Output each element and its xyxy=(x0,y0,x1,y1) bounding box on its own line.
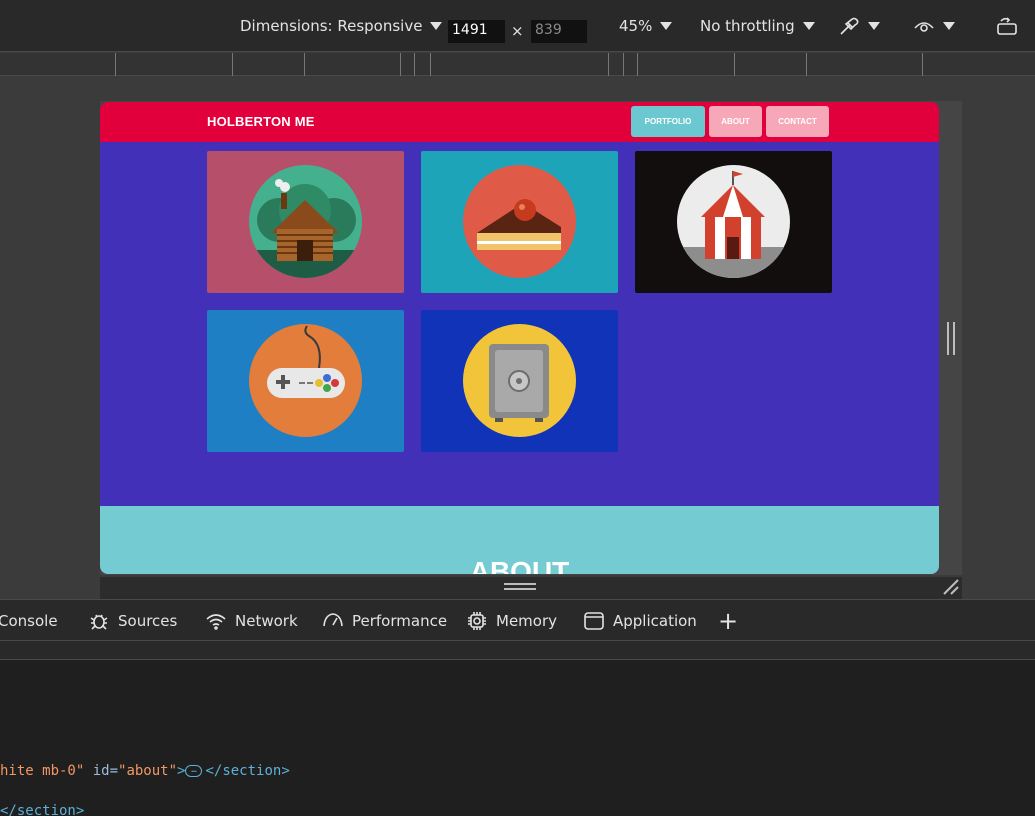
code-line-about-section[interactable]: hite mb-0" id="about">… </section> xyxy=(0,763,290,779)
bug-icon xyxy=(90,614,108,630)
tab-application[interactable]: Application xyxy=(583,600,697,641)
device-viewport-area: HOLBERTON ME PORTFOLIO ABOUT CONTACT ABO… xyxy=(0,77,1035,599)
eyedropper-icon xyxy=(840,17,859,35)
about-title: ABOUT xyxy=(469,556,570,574)
zoom-dropdown[interactable]: 45% xyxy=(619,0,673,52)
nav-portfolio-button[interactable]: PORTFOLIO xyxy=(631,106,705,137)
width-input[interactable]: 1491 xyxy=(448,20,505,43)
chevron-down-icon xyxy=(943,22,955,30)
site-header: HOLBERTON ME PORTFOLIO ABOUT CONTACT xyxy=(100,102,939,142)
emulated-page: HOLBERTON ME PORTFOLIO ABOUT CONTACT ABO… xyxy=(100,102,939,574)
wifi-icon xyxy=(206,613,226,630)
times-symbol: × xyxy=(511,22,524,40)
bottom-resize-handle[interactable] xyxy=(504,583,536,590)
chevron-down-icon xyxy=(430,22,443,30)
tab-network-label: Network xyxy=(235,611,298,630)
portfolio-item-cabin[interactable] xyxy=(207,151,404,293)
tab-console-label: Console xyxy=(0,611,58,630)
media-query-ruler xyxy=(0,53,1035,76)
tab-console[interactable]: Console xyxy=(0,600,58,641)
tab-performance[interactable]: Performance xyxy=(322,600,447,641)
dimensions-dropdown[interactable]: Dimensions: Responsive xyxy=(240,0,443,52)
right-resize-handle[interactable] xyxy=(947,322,955,355)
chip-icon xyxy=(468,611,486,630)
devtools-panel-tabs: Console Sources Network Performance Memo… xyxy=(0,599,1035,641)
elements-code-view: hite mb-0" id="about">… </section> </sect… xyxy=(0,660,1035,816)
circus-tent-icon xyxy=(677,165,790,278)
nav-about-button[interactable]: ABOUT xyxy=(709,106,762,137)
corner-resize-icon[interactable] xyxy=(942,578,960,596)
chevron-down-icon xyxy=(868,22,880,30)
rotate-icon xyxy=(997,17,1017,35)
code-line-section-close[interactable]: </section> xyxy=(0,803,84,816)
log-cabin-icon xyxy=(249,165,362,278)
zoom-label: 45% xyxy=(619,17,653,35)
portfolio-item-safe[interactable] xyxy=(421,310,618,452)
chevron-down-icon xyxy=(802,22,815,30)
tab-sources[interactable]: Sources xyxy=(88,600,177,641)
game-controller-icon xyxy=(249,324,362,437)
tab-application-label: Application xyxy=(613,611,697,630)
nav-contact-button[interactable]: CONTACT xyxy=(766,106,829,137)
rotate-button[interactable] xyxy=(995,0,1019,52)
portfolio-item-cake[interactable] xyxy=(421,151,618,293)
height-input[interactable]: 839 xyxy=(531,20,587,43)
gauge-icon xyxy=(323,612,343,626)
chevron-down-icon xyxy=(660,22,673,30)
tab-memory[interactable]: Memory xyxy=(466,600,557,641)
site-brand[interactable]: HOLBERTON ME xyxy=(207,114,315,129)
eye-icon xyxy=(914,22,934,32)
eyedropper-button[interactable] xyxy=(838,0,880,52)
throttling-dropdown[interactable]: No throttling xyxy=(700,0,815,52)
portfolio-item-controller[interactable] xyxy=(207,310,404,452)
add-tab-button[interactable]: + xyxy=(718,600,738,641)
device-toolbar: Dimensions: Responsive 1491 × 839 45% No… xyxy=(0,0,1035,52)
vision-deficiency-button[interactable] xyxy=(913,0,955,52)
plus-icon: + xyxy=(718,606,739,635)
throttling-label: No throttling xyxy=(700,17,795,35)
about-section: ABOUT xyxy=(100,506,939,574)
tab-performance-label: Performance xyxy=(352,611,448,630)
tab-sources-label: Sources xyxy=(118,611,178,630)
window-icon xyxy=(584,611,604,630)
devtools-window: Dimensions: Responsive 1491 × 839 45% No… xyxy=(0,0,1035,816)
expand-ellipsis-button[interactable]: … xyxy=(185,765,203,777)
safe-icon xyxy=(463,324,576,437)
tab-memory-label: Memory xyxy=(496,611,558,630)
panel-subbar xyxy=(0,641,1035,660)
tab-network[interactable]: Network xyxy=(205,600,298,641)
cake-slice-icon xyxy=(463,165,576,278)
dimensions-label: Dimensions: Responsive xyxy=(240,17,423,35)
portfolio-item-circus[interactable] xyxy=(635,151,832,293)
